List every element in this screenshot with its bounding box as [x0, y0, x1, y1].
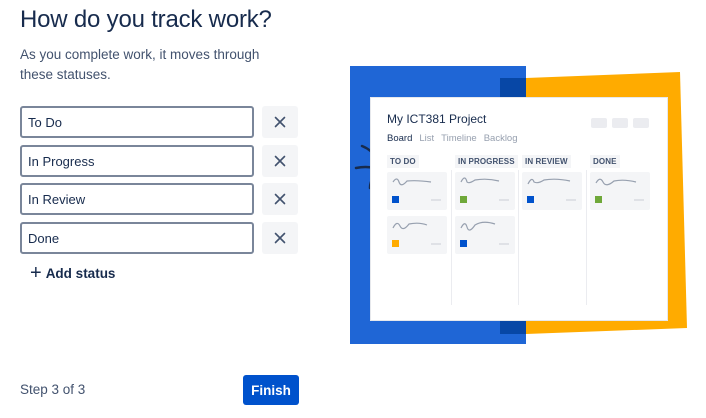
board-card: [455, 172, 515, 210]
status-row: [20, 106, 300, 138]
board-card: [590, 172, 650, 210]
board-control: [591, 118, 607, 128]
board-tab-board: Board: [387, 133, 413, 144]
column-divider: [451, 170, 452, 305]
card-scribble: [527, 178, 571, 185]
close-icon: [274, 193, 286, 205]
issue-type-icon: [392, 240, 399, 247]
issue-type-icon: [595, 196, 602, 203]
column-header-in-progress: IN PROGRESS: [455, 155, 518, 168]
close-icon: [274, 116, 286, 128]
page-subtitle: As you complete work, it moves through t…: [20, 47, 260, 82]
remove-status-button[interactable]: [262, 106, 298, 138]
issue-type-icon: [460, 240, 467, 247]
board-tabs: Board List Timeline Backlog: [387, 133, 518, 144]
status-row: [20, 183, 300, 215]
add-status-button[interactable]: + Add status: [30, 262, 116, 284]
status-input-in-review[interactable]: [20, 183, 254, 215]
column-header-todo: TO DO: [387, 155, 419, 168]
close-icon: [274, 155, 286, 167]
card-scribble: [392, 178, 432, 186]
column-header-in-review: IN REVIEW: [522, 155, 571, 168]
issue-type-icon: [460, 196, 467, 203]
board-card: [387, 172, 447, 210]
card-scribble: [460, 177, 500, 184]
board-project-title: My ICT381 Project: [387, 112, 487, 126]
status-row: [20, 145, 300, 177]
status-input-in-progress[interactable]: [20, 145, 254, 177]
plus-icon: +: [30, 262, 42, 284]
close-icon: [274, 232, 286, 244]
page-title: How do you track work?: [20, 6, 272, 33]
column-divider: [586, 170, 587, 305]
board-card: [387, 216, 447, 254]
card-scribble: [460, 221, 496, 231]
remove-status-button[interactable]: [262, 222, 298, 254]
board-tab-list: List: [419, 133, 435, 144]
board-control: [633, 118, 649, 128]
board-card: [455, 216, 515, 254]
column-header-done: DONE: [590, 155, 620, 168]
finish-button[interactable]: Finish: [243, 375, 299, 405]
card-scribble: [392, 222, 428, 230]
status-row: [20, 222, 300, 254]
add-status-label: Add status: [45, 265, 116, 281]
board-illustration: My ICT381 Project Board List Timeline Ba…: [350, 64, 690, 346]
board-mockup: My ICT381 Project Board List Timeline Ba…: [371, 98, 667, 320]
issue-type-icon: [527, 196, 534, 203]
status-input-todo[interactable]: [20, 106, 254, 138]
board-card: [522, 172, 582, 210]
board-control: [612, 118, 628, 128]
status-input-done[interactable]: [20, 222, 254, 254]
column-divider: [518, 170, 519, 305]
issue-type-icon: [392, 196, 399, 203]
board-tab-backlog: Backlog: [483, 133, 518, 144]
card-scribble: [595, 178, 637, 186]
remove-status-button[interactable]: [262, 183, 298, 215]
board-tab-timeline: Timeline: [441, 133, 477, 144]
step-indicator: Step 3 of 3: [20, 382, 86, 397]
remove-status-button[interactable]: [262, 145, 298, 177]
